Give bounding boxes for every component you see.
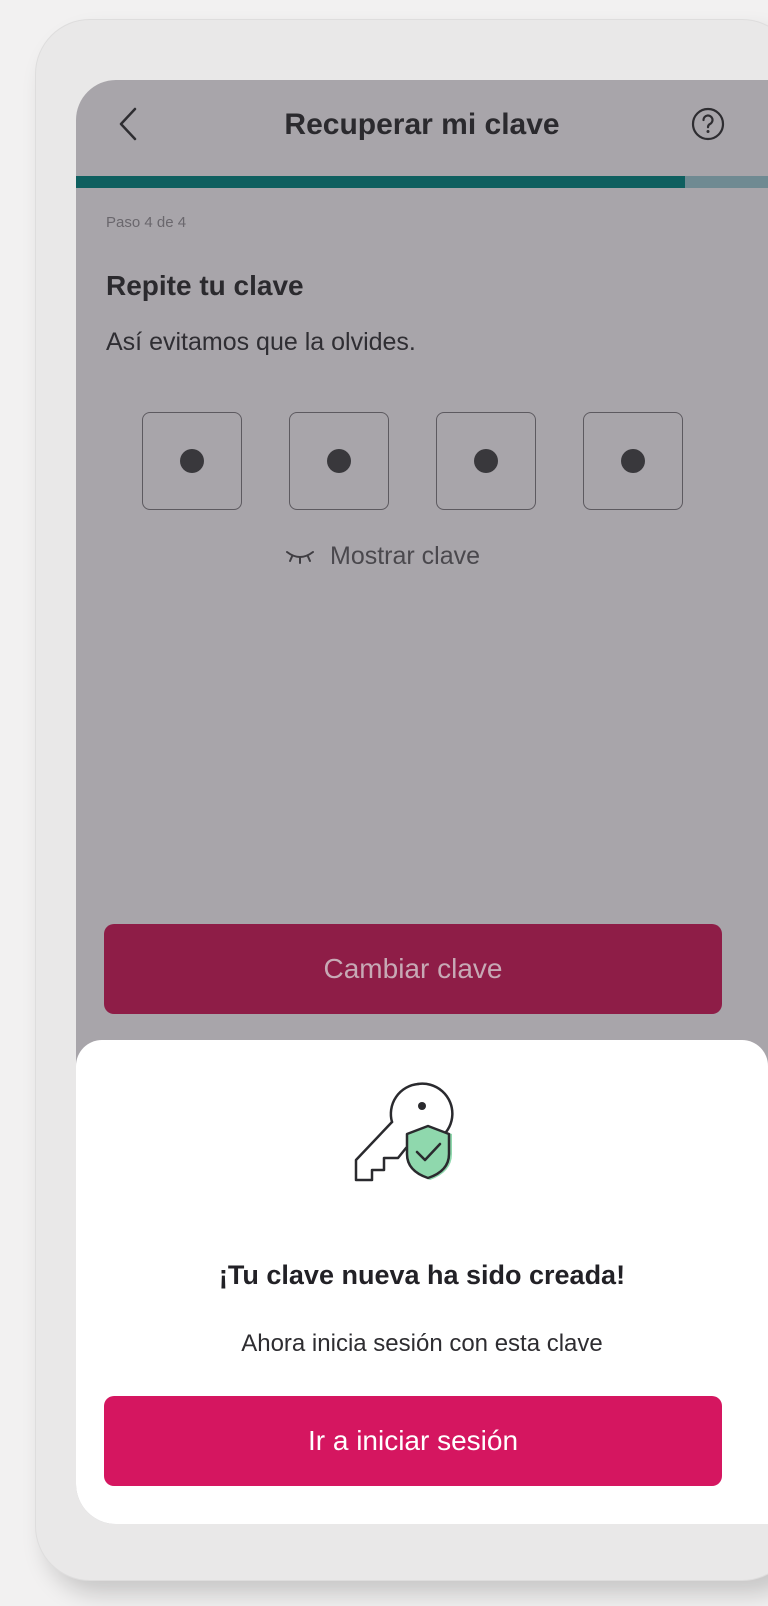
section-subtitle: Así evitamos que la olvides. xyxy=(106,328,416,356)
key-shield-check-icon xyxy=(354,1082,454,1182)
success-bottom-sheet: ¡Tu clave nueva ha sido creada! Ahora in… xyxy=(76,1040,768,1524)
step-indicator: Paso 4 de 4 xyxy=(106,214,187,231)
help-button[interactable] xyxy=(688,104,728,144)
pin-dot xyxy=(474,449,498,473)
progress-bar xyxy=(76,176,768,188)
eye-closed-icon xyxy=(286,550,314,564)
show-pin-toggle[interactable]: Mostrar clave xyxy=(284,542,480,571)
pin-dot xyxy=(180,449,204,473)
page-title: Recuperar mi clave xyxy=(284,108,560,141)
app-screen: Recuperar mi clave Paso 4 de 4 Repite tu… xyxy=(76,80,768,1524)
top-bar: Recuperar mi clave xyxy=(76,80,768,176)
success-message: Ahora inicia sesión con esta clave xyxy=(241,1330,603,1357)
success-title: ¡Tu clave nueva ha sido creada! xyxy=(218,1260,626,1290)
change-pin-button[interactable]: Cambiar clave xyxy=(104,924,722,1014)
pin-dot xyxy=(621,449,645,473)
section-title: Repite tu clave xyxy=(106,270,304,301)
pin-digit-4[interactable] xyxy=(583,412,683,510)
pin-digit-3[interactable] xyxy=(436,412,536,510)
pin-digit-1[interactable] xyxy=(142,412,242,510)
pin-input-group xyxy=(142,412,683,510)
pin-dot xyxy=(327,449,351,473)
pin-digit-2[interactable] xyxy=(289,412,389,510)
question-circle-icon xyxy=(691,107,725,141)
go-to-login-button[interactable]: Ir a iniciar sesión xyxy=(104,1396,722,1486)
show-pin-label: Mostrar clave xyxy=(330,542,481,570)
progress-bar-fill xyxy=(76,176,685,188)
